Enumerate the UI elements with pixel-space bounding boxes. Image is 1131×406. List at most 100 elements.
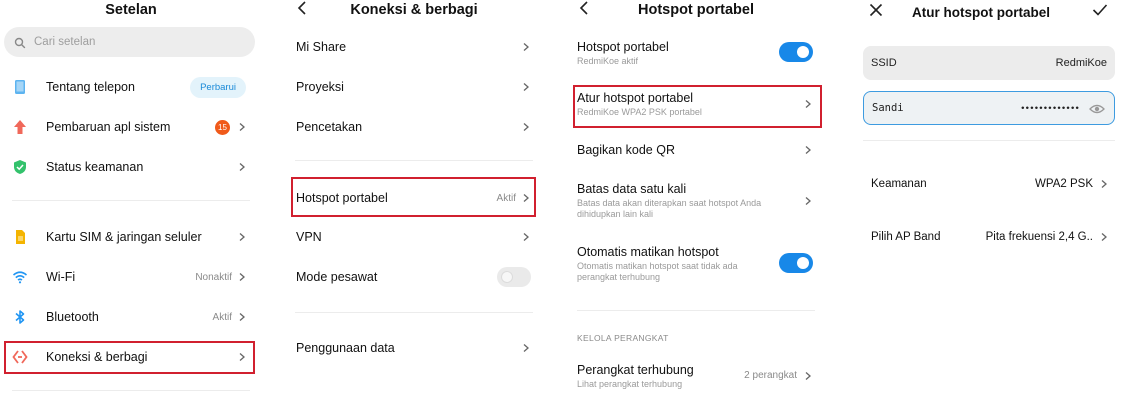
sim-card-icon [12,229,28,245]
menu-item-label: Proyeksi [296,80,344,94]
page-title: Setelan [105,2,157,18]
confirm-check-icon[interactable] [1092,3,1108,17]
menu-item-label: Bagikan kode QR [577,143,675,157]
update-count-badge: 15 [215,119,230,135]
chevron-right-icon [237,232,247,242]
menu-item-printing[interactable]: Pencetakan [283,114,545,140]
connection-sharing-panel: Koneksi & berbagi Mi Share Proyeksi Penc… [283,0,545,406]
menu-item-label: Status keamanan [46,160,144,174]
menu-item-wifi[interactable]: Wi-Fi Nonaktif [0,264,262,290]
menu-item-system-app-updates[interactable]: Pembaruan apl sistem 15 [0,114,262,140]
airplane-mode-toggle[interactable] [497,267,531,287]
divider [12,200,250,201]
toggle-knob [797,46,809,58]
chevron-right-icon [237,312,247,322]
menu-item-vpn[interactable]: VPN [283,224,545,250]
page-title: Atur hotspot portabel [912,4,1050,20]
chevron-right-icon [521,42,531,52]
menu-item-about-phone[interactable]: Tentang telepon Perbarui [0,74,262,100]
menu-item-subtitle: RedmiKoe aktif [577,56,639,66]
eye-icon[interactable] [1089,102,1105,114]
menu-item-bluetooth[interactable]: Bluetooth Aktif [0,304,262,330]
menu-item-label: Mi Share [296,40,347,54]
menu-item-label: VPN [296,230,322,244]
password-field[interactable]: Sandi ••••••••••••• [863,91,1115,125]
configure-hotspot-panel: Atur hotspot portabel SSID RedmiKoe Sand… [849,0,1131,406]
menu-item-subtitle: Lihat perangkat terhubung [577,379,683,389]
settings-panel: Setelan Tentang telepon Perbarui Pembaru… [0,0,262,406]
menu-item-label: Bluetooth [46,310,99,324]
shield-check-icon [12,159,28,175]
chevron-right-icon [237,122,247,132]
search-input[interactable] [34,36,234,48]
menu-item-data-usage[interactable]: Penggunaan data [283,335,545,361]
chevron-right-icon [1099,179,1109,189]
chevron-right-icon [803,371,813,381]
menu-item-label: Wi-Fi [46,270,76,284]
menu-item-security-status[interactable]: Status keamanan [0,154,262,180]
security-value: WPA2 PSK [1035,178,1093,190]
configure-header: Atur hotspot portabel [849,0,1131,24]
phone-icon [12,79,28,95]
back-button[interactable] [577,0,593,16]
menu-item-label: Hotspot portabel [577,40,669,54]
highlight-box [4,341,255,374]
menu-item-data-limit[interactable]: Batas data satu kali Batas data akan dit… [565,180,827,222]
back-button[interactable] [295,0,311,16]
chevron-right-icon [803,145,813,155]
menu-item-sim-card[interactable]: Kartu SIM & jaringan seluler [0,224,262,250]
menu-item-security[interactable]: Keamanan WPA2 PSK [849,171,1131,197]
connection-header: Koneksi & berbagi [283,0,545,20]
divider [295,160,533,161]
wifi-icon [12,269,28,285]
search-icon [14,36,26,49]
menu-item-label: Perangkat terhubung [577,363,694,377]
menu-item-label: Penggunaan data [296,341,395,355]
chevron-right-icon [237,272,247,282]
ssid-field[interactable]: SSID RedmiKoe [863,46,1115,80]
divider [295,312,533,313]
menu-item-label: Pilih AP Band [871,231,941,243]
update-badge[interactable]: Perbarui [190,76,246,98]
hotspot-header: Hotspot portabel [565,0,827,20]
menu-item-share-qr[interactable]: Bagikan kode QR [565,137,827,163]
close-icon[interactable] [869,3,883,17]
menu-item-subtitle: perangkat terhubung [577,272,661,282]
menu-item-subtitle: dihidupkan lain kali [577,209,654,219]
chevron-right-icon [521,122,531,132]
divider [577,310,815,311]
menu-item-label: Otomatis matikan hotspot [577,245,719,259]
ssid-label: SSID [871,57,897,69]
menu-item-subtitle: Batas data akan diterapkan saat hotspot … [577,198,762,208]
highlight-box [291,177,536,217]
auto-off-hotspot-toggle[interactable] [779,253,813,273]
bluetooth-icon [12,309,28,325]
chevron-right-icon [521,232,531,242]
menu-item-ap-band[interactable]: Pilih AP Band Pita frekuensi 2,4 G.. [849,224,1131,250]
menu-item-label: Kartu SIM & jaringan seluler [46,230,202,244]
chevron-right-icon [237,162,247,172]
divider [863,140,1115,141]
chevron-right-icon [803,196,813,206]
connected-device-count: 2 perangkat [744,370,797,381]
menu-item-projection[interactable]: Proyeksi [283,74,545,100]
chevron-right-icon [521,343,531,353]
bluetooth-status: Aktif [212,311,232,323]
toggle-knob [797,257,809,269]
divider [12,390,250,391]
ssid-value: RedmiKoe [1055,57,1107,69]
search-bar[interactable] [4,27,255,57]
menu-item-label: Batas data satu kali [577,182,687,196]
wifi-status: Nonaktif [195,271,232,283]
menu-item-label: Keamanan [871,178,927,190]
portable-hotspot-panel: Hotspot portabel Hotspot portabel RedmiK… [565,0,827,406]
password-label: Sandi [872,102,904,114]
hotspot-toggle[interactable] [779,42,813,62]
menu-item-label: Mode pesawat [296,270,378,284]
arrow-up-icon [12,119,28,135]
menu-item-connected-devices[interactable]: Perangkat terhubung Lihat perangkat terh… [565,361,827,393]
chevron-right-icon [521,82,531,92]
ap-band-value: Pita frekuensi 2,4 G.. [985,231,1093,243]
menu-item-mi-share[interactable]: Mi Share [283,34,545,60]
toggle-knob [501,271,513,283]
